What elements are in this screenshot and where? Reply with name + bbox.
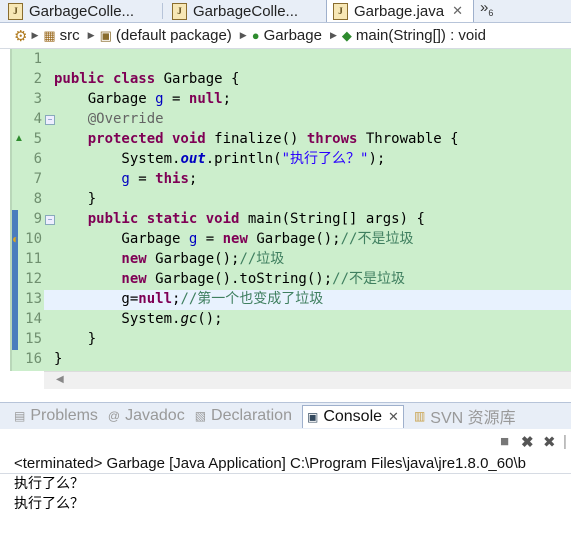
method-icon: ◆ [341,27,352,43]
breadcrumb-label: main(String[]) : void [355,27,486,44]
code-line-12: new Garbage().toString();//不是垃圾 [54,271,406,287]
breadcrumb-class[interactable]: ● Garbage [252,27,322,44]
scroll-left-icon[interactable]: ◀ [56,372,64,388]
breadcrumb-label: (default package) [115,27,232,44]
chevron-right-icon: ▶ [239,30,247,40]
editor-left-margin [0,49,10,388]
javadoc-icon: @ [107,409,121,423]
view-tab-label: Javadoc [125,407,185,424]
chevron-right-icon: ▶ [329,30,337,40]
line-number: 1 [33,51,42,67]
tab-console[interactable]: ▣ Console ✕ [301,404,404,428]
code-line-8: } [54,191,97,207]
tab-declaration[interactable]: ▧ Declaration [195,407,292,425]
breadcrumb-package[interactable]: ▣ (default package) [100,27,232,44]
java-file-icon: J [333,2,348,20]
overflow-count: 6 [488,8,494,18]
override-marker-icon: ▲ [14,133,24,144]
breadcrumb-label: Garbage [263,27,322,44]
line-number: 4 [33,111,42,127]
tab-label: Garbage.java [354,2,445,20]
terminate-icon[interactable]: ■ [500,433,509,450]
tab-label: GarbageColle... [29,2,135,20]
line-number: 12 [25,271,42,287]
view-tab-label: SVN 资源库 [430,410,516,427]
line-number: 13 [25,291,42,307]
editor-tab-bar: J GarbageColle... J GarbageColle... J Ga… [0,0,571,23]
code-line-9: public static void main(String[] args) { [54,211,425,227]
console-output[interactable]: 执行了么？ 执行了么？ [14,474,571,514]
console-status-line: <terminated> Garbage [Java Application] … [0,453,571,474]
tab-label: GarbageColle... [193,2,299,20]
toolbar-divider: | [563,433,567,450]
tab-garbagecollector-2[interactable]: J GarbageColle... [172,0,318,22]
class-icon: ● [251,28,260,43]
breadcrumb-src[interactable]: ▦ src [43,27,79,44]
java-file-icon: J [8,2,23,20]
line-number: 6 [33,151,42,167]
view-tab-label: Console [323,407,383,425]
line-number: 15 [25,331,42,347]
breadcrumb: ⚙ ▶ ▦ src ▶ ▣ (default package) ▶ ● Garb… [0,23,571,49]
code-line-4: @Override [54,111,164,127]
remove-all-terminated-icon[interactable]: ✖ [543,433,556,451]
code-line-14: System.gc(); [54,311,223,327]
view-tab-label: Declaration [211,407,292,424]
chevron-right-icon: ▶ [31,30,39,40]
tab-divider [162,3,163,19]
line-number: 7 [33,171,42,187]
line-number-gutter: 1 2 3 4 5 6 7 8 9 10 11 12 13 14 15 16 −… [12,49,55,371]
line-number: 11 [25,251,42,267]
code-line-13: g=null;//第一个也变成了垃圾 [54,291,324,307]
tab-problems[interactable]: ▤ Problems [14,407,98,425]
console-output-line: 执行了么？ [14,496,84,512]
project-icon[interactable]: ⚙ [14,27,27,45]
close-icon[interactable]: ✕ [388,409,399,425]
code-line-11: new Garbage();//垃圾 [54,251,285,267]
declaration-icon: ▧ [194,409,207,423]
java-file-icon: J [172,2,187,20]
code-line-5: protected void finalize() throws Throwab… [54,131,459,147]
line-number: 8 [33,191,42,207]
tab-overflow-button[interactable]: »6 [480,0,493,18]
views-tab-bar: ▤ Problems @ Javadoc ▧ Declaration ▣ Con… [0,402,571,430]
warning-lightbulb-icon[interactable]: ◐ [12,232,19,246]
tab-garbagecollector-1[interactable]: J GarbageColle... [8,0,158,22]
line-number: 14 [25,311,42,327]
console-icon: ▣ [306,409,319,424]
line-number: 16 [25,351,42,367]
close-icon[interactable]: ✕ [452,3,463,19]
problems-icon: ▤ [14,409,26,423]
code-line-10: Garbage g = new Garbage();//不是垃圾 [54,231,414,247]
chevron-right-icon: ▶ [87,30,95,40]
tab-svn-repositories[interactable]: ▥ SVN 资源库 [414,404,516,428]
line-number: 3 [33,91,42,107]
code-line-3: Garbage g = null; [54,91,232,107]
tab-javadoc[interactable]: @ Javadoc [108,407,185,425]
code-line-15: } [54,331,97,347]
console-output-line: 执行了么？ [14,476,84,492]
console-toolbar: ■ ✖ ✖ | [0,429,571,453]
code-line-2: public class Garbage { [54,71,240,87]
source-folder-icon: ▦ [43,27,56,43]
breadcrumb-label: src [59,27,80,44]
remove-launch-icon[interactable]: ✖ [521,433,534,451]
code-line-16: } [54,351,63,367]
line-number: 2 [33,71,42,87]
code-line-7: g = this; [54,171,198,187]
code-line-6: System.out.println("执行了么？"); [54,151,386,167]
package-icon: ▣ [99,27,112,43]
horizontal-scrollbar[interactable]: ◀ [44,371,571,389]
tab-garbage-java[interactable]: J Garbage.java ✕ [326,0,474,22]
line-number: 9 [33,211,42,227]
view-tab-label: Problems [30,407,98,424]
breadcrumb-method[interactable]: ◆ main(String[]) : void [342,27,486,44]
svn-repository-icon: ▥ [413,409,426,423]
